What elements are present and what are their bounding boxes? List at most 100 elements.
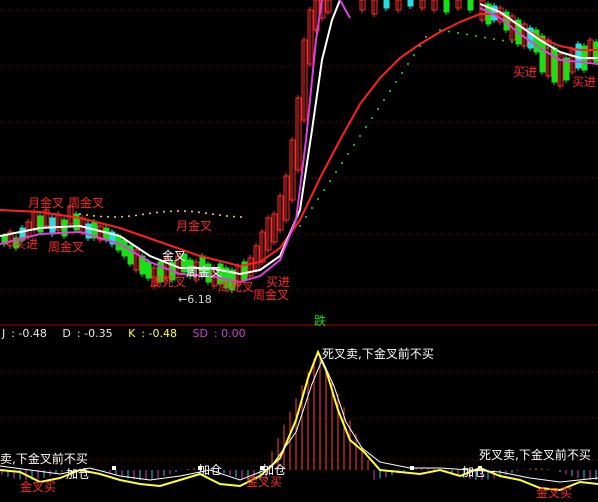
sar-dot xyxy=(395,81,397,83)
sar-dots xyxy=(79,29,558,227)
d-line xyxy=(0,358,598,483)
sar-dot xyxy=(191,210,193,213)
sar-dot xyxy=(121,215,123,218)
moving-average-lines xyxy=(0,0,598,284)
annotation-week-golden-cross: 周金叉 xyxy=(48,240,85,254)
annotation-buy: 买进 xyxy=(513,65,538,79)
annotation-month-golden-cross: 月金叉 xyxy=(28,196,65,210)
candle-body xyxy=(383,0,390,9)
sar-dot xyxy=(520,42,522,45)
sar-dot xyxy=(114,215,116,218)
sar-dot xyxy=(205,212,207,215)
annotation-week-golden-cross: 周金叉 xyxy=(186,265,223,279)
sar-dot xyxy=(425,36,427,38)
annotation-golden-cross-buy: 金叉买 xyxy=(246,475,283,489)
readout-d: D: -0.35 xyxy=(62,327,113,340)
sar-dot xyxy=(226,214,228,217)
sar-dot xyxy=(86,213,88,216)
sar-dot xyxy=(142,213,144,216)
sar-dot xyxy=(475,35,477,37)
sar-dot xyxy=(240,215,242,218)
annotation-death-cross-sell: 死叉卖,下金叉前不买 xyxy=(322,347,434,361)
sar-dot xyxy=(547,47,549,49)
ma-magenta-line xyxy=(339,0,351,19)
annotation-week-golden-cross: 周金叉 xyxy=(253,288,290,302)
candle-body xyxy=(407,0,414,7)
sar-dot xyxy=(135,214,137,217)
candle-body xyxy=(467,0,474,11)
annotation-buy: 买进 xyxy=(14,237,39,251)
sar-dot xyxy=(341,162,343,164)
sar-dot xyxy=(377,108,379,110)
annotation-week-death-cross: 周死叉 xyxy=(218,280,255,294)
sar-dot xyxy=(383,99,385,101)
annotation-week-golden-cross: 周金叉 xyxy=(68,196,105,210)
sar-dot xyxy=(156,211,158,214)
candle-body xyxy=(551,47,558,83)
indicator-readout: J: -0.48 D: -0.35 K: -0.48 SD: 0.00 xyxy=(2,327,258,340)
readout-j: J: -0.48 xyxy=(2,327,47,340)
annotation-death-cross-sell: 死叉卖,下金叉前不买 xyxy=(479,448,591,462)
sar-dot xyxy=(556,48,558,51)
candle-body xyxy=(533,29,540,53)
trend-down-label: 跌 xyxy=(314,314,327,328)
sar-dot xyxy=(323,189,325,191)
sar-dot xyxy=(359,135,361,137)
candle-body xyxy=(49,217,56,235)
annotation-week-death-cross: 周死叉 xyxy=(150,275,187,289)
sar-dot xyxy=(493,38,495,40)
sar-dot xyxy=(93,214,95,217)
sar-dot xyxy=(149,212,151,215)
sar-dot xyxy=(311,207,313,209)
annotation-add-position: 加仓 xyxy=(462,465,487,479)
sar-dot xyxy=(305,216,307,218)
sar-dot xyxy=(466,33,468,36)
candlestick-series xyxy=(1,0,598,293)
sar-dot xyxy=(170,210,172,213)
sar-dot xyxy=(299,225,301,227)
sar-dot xyxy=(184,210,186,213)
sar-dot xyxy=(317,198,319,200)
sar-dot xyxy=(389,90,391,92)
sar-dot xyxy=(335,171,337,173)
sar-dot xyxy=(198,211,200,214)
sar-dot xyxy=(502,39,504,42)
sar-dot xyxy=(219,214,221,217)
sar-dot xyxy=(347,153,349,155)
sar-dot xyxy=(538,45,540,48)
annotation-add-position: 加仓 xyxy=(198,463,223,477)
low-price-marker: ←6.18 xyxy=(178,293,212,306)
sar-dot xyxy=(212,213,214,216)
annotation-golden-cross: 金叉 xyxy=(162,249,187,263)
annotation-add-position: 加仓 xyxy=(66,467,91,481)
sar-dot xyxy=(457,32,459,34)
annotation-sell-no-buy: 卖,下金叉前不买 xyxy=(0,452,88,466)
annotation-golden-cross-buy: 金叉买 xyxy=(536,486,573,500)
sar-dot xyxy=(529,44,531,46)
sar-dot xyxy=(419,45,421,47)
stock-chart-canvas[interactable] xyxy=(0,0,598,502)
sar-dot xyxy=(371,117,373,119)
annotation-month-golden-cross: 月金叉 xyxy=(176,219,213,233)
sar-dot xyxy=(163,210,165,213)
sar-dot xyxy=(107,215,109,218)
sar-dot xyxy=(439,29,441,31)
histogram-marker xyxy=(112,466,116,470)
sar-dot xyxy=(128,215,130,218)
sar-dot xyxy=(233,215,235,218)
sar-dot xyxy=(353,144,355,146)
sar-dot xyxy=(329,180,331,182)
sar-dot xyxy=(365,126,367,128)
candle-body xyxy=(443,0,450,13)
sar-dot xyxy=(484,36,486,39)
readout-k: K: -0.48 xyxy=(128,327,177,340)
sar-dot xyxy=(413,54,415,56)
sar-dot xyxy=(511,41,513,43)
sar-dot xyxy=(407,63,409,65)
sar-dot xyxy=(100,215,102,218)
sar-dot xyxy=(177,210,179,213)
annotation-buy: 买进 xyxy=(572,75,597,89)
sar-dot xyxy=(79,213,81,215)
sar-dot xyxy=(401,72,403,74)
annotation-golden-cross-buy: 金叉买 xyxy=(20,480,57,494)
